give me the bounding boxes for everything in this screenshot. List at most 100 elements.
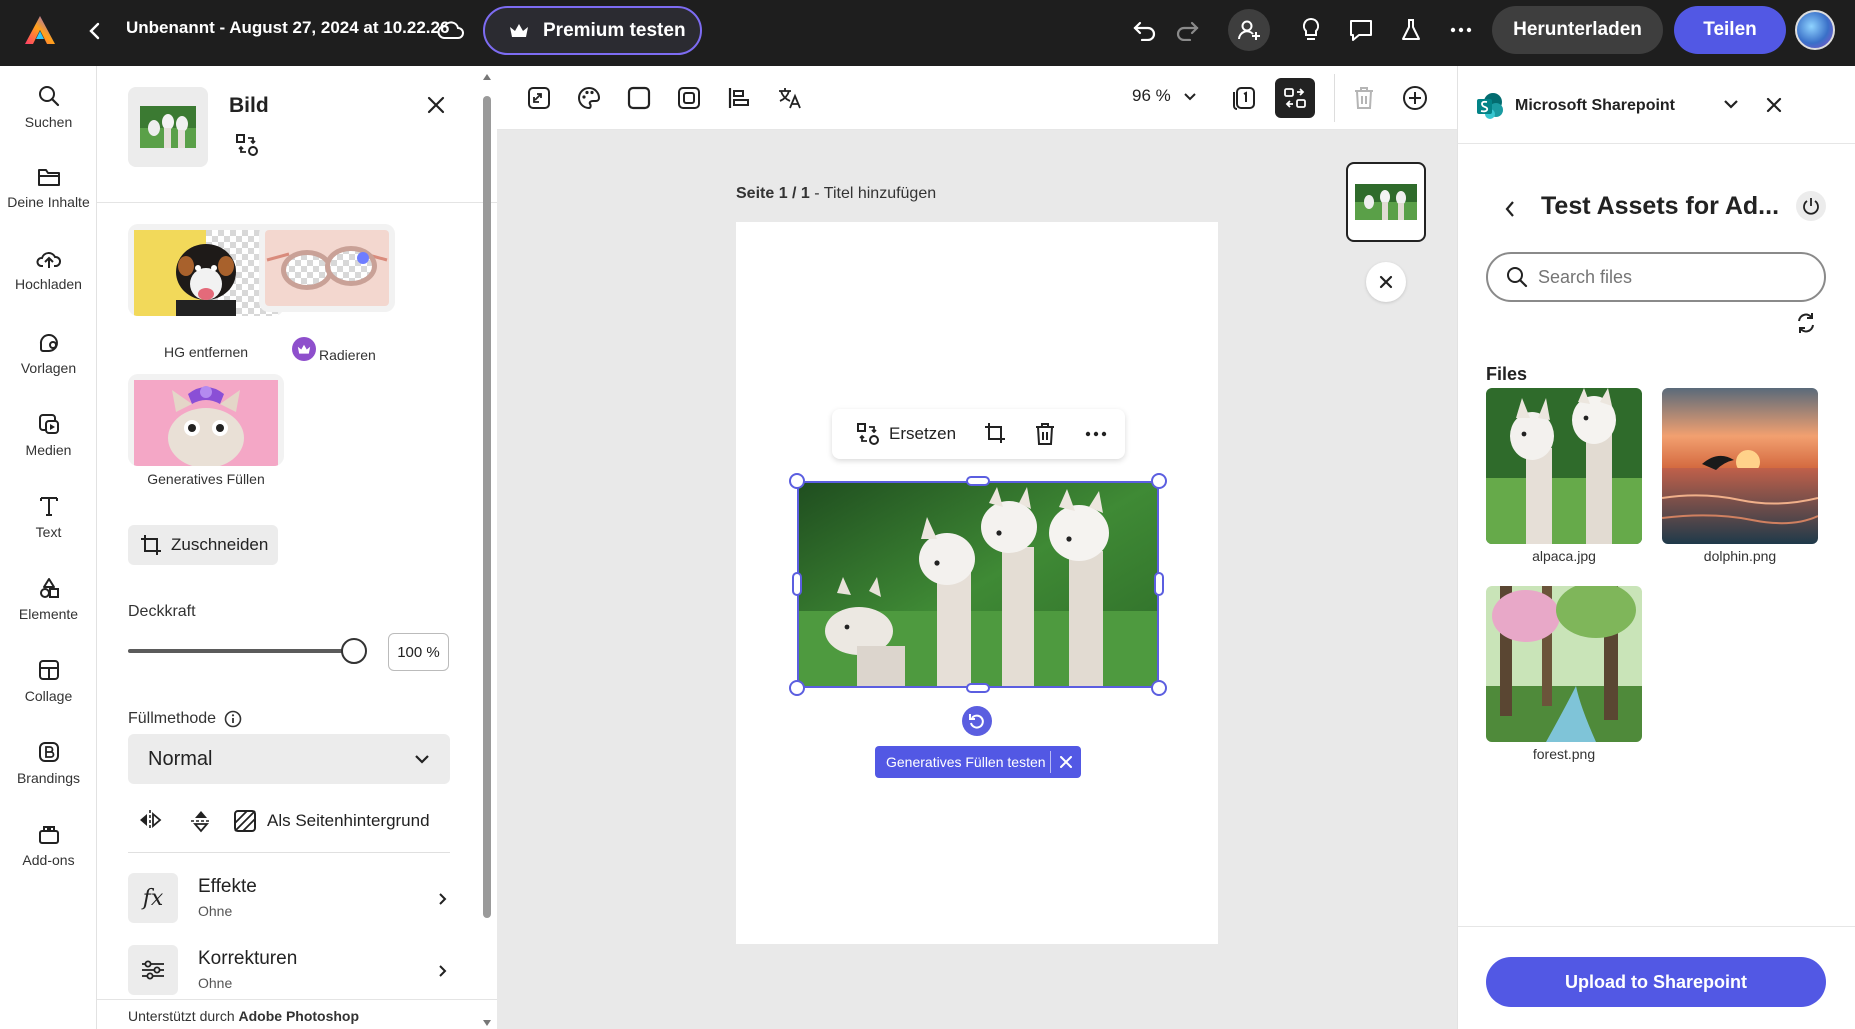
translate-icon[interactable] xyxy=(777,86,803,110)
premium-crown-icon xyxy=(292,337,316,361)
corrections-row[interactable]: Korrekturen Ohne xyxy=(128,945,450,999)
document-title[interactable]: Unbenannt - August 27, 2024 at 10.22.26 xyxy=(126,18,449,38)
close-chip-icon[interactable] xyxy=(1051,756,1081,768)
disconnect-button[interactable] xyxy=(1796,191,1826,221)
share-button[interactable]: Teilen xyxy=(1674,6,1786,54)
file-thumbnail-dolphin[interactable] xyxy=(1662,388,1818,544)
delete-page-icon[interactable] xyxy=(1353,86,1375,110)
resize-handle-top-left[interactable] xyxy=(789,473,805,489)
rail-item-elements[interactable]: Elemente xyxy=(0,576,97,622)
pages-icon[interactable] xyxy=(1231,85,1257,111)
effects-value: Ohne xyxy=(198,903,233,919)
more-options-icon[interactable] xyxy=(1085,431,1107,437)
info-icon[interactable] xyxy=(224,710,242,728)
file-search-box[interactable] xyxy=(1486,252,1826,302)
flip-horizontal-icon[interactable] xyxy=(138,809,162,831)
addons-icon xyxy=(37,822,61,846)
replace-button[interactable]: Ersetzen xyxy=(856,422,956,446)
add-page-icon[interactable] xyxy=(1402,85,1428,111)
rail-item-upload[interactable]: Hochladen xyxy=(0,248,97,292)
opacity-value-field[interactable]: 100 % xyxy=(388,633,449,671)
color-palette-icon[interactable] xyxy=(577,86,601,110)
resize-handle-top[interactable] xyxy=(966,476,990,486)
resize-handle-bottom-left[interactable] xyxy=(789,680,805,696)
adobe-express-logo[interactable] xyxy=(22,13,58,47)
replace-label: Ersetzen xyxy=(889,424,957,443)
effects-row[interactable]: fx Effekte Ohne xyxy=(128,873,450,927)
media-icon xyxy=(37,412,61,436)
resize-handle-right[interactable] xyxy=(1154,572,1164,596)
lightbulb-icon[interactable] xyxy=(1296,15,1326,45)
rail-item-media[interactable]: Medien xyxy=(0,412,97,458)
blend-mode-dropdown[interactable]: Normal xyxy=(128,734,450,784)
rail-item-addons[interactable]: Add-ons xyxy=(0,822,97,868)
crop-icon[interactable] xyxy=(984,422,1006,444)
rail-label: Suchen xyxy=(24,114,73,130)
close-icon xyxy=(1379,275,1393,289)
resize-handle-left[interactable] xyxy=(792,572,802,596)
user-avatar[interactable] xyxy=(1795,10,1835,50)
feature-label-generative-fill: Generatives Füllen xyxy=(147,471,265,487)
resize-handle-top-right[interactable] xyxy=(1151,473,1167,489)
upload-to-sharepoint-button[interactable]: Upload to Sharepoint xyxy=(1486,957,1826,1007)
zoom-dropdown[interactable]: 96 % xyxy=(1132,86,1197,106)
eraser-card[interactable] xyxy=(259,224,395,312)
replace-image-icon[interactable] xyxy=(235,133,259,157)
blend-mode-label: Füllmethode xyxy=(128,710,217,727)
file-thumbnail-forest[interactable] xyxy=(1486,586,1642,742)
redo-icon[interactable] xyxy=(1172,15,1202,45)
labs-flask-icon[interactable] xyxy=(1396,15,1426,45)
more-options-icon[interactable] xyxy=(1446,15,1476,45)
crown-icon xyxy=(509,23,529,39)
resize-handle-bottom-right[interactable] xyxy=(1151,680,1167,696)
collapse-panel-icon[interactable] xyxy=(1723,99,1739,109)
rotate-handle[interactable] xyxy=(962,706,992,736)
close-panel-icon[interactable] xyxy=(1766,97,1782,113)
top-bar: Unbenannt - August 27, 2024 at 10.22.26 … xyxy=(0,0,1855,66)
premium-trial-button[interactable]: Premium testen xyxy=(483,6,702,55)
layers-arrange-icon xyxy=(1283,86,1307,110)
page-title-label[interactable]: Seite 1 / 1 - Titel hinzufügen xyxy=(736,185,936,203)
resize-handle-bottom[interactable] xyxy=(966,683,990,693)
file-search-input[interactable] xyxy=(1538,266,1778,288)
refresh-icon[interactable] xyxy=(1795,312,1817,334)
rail-item-templates[interactable]: Vorlagen xyxy=(0,330,97,376)
invite-user-button[interactable] xyxy=(1228,9,1270,51)
generative-fill-chip[interactable]: Generatives Füllen testen xyxy=(875,746,1081,778)
flip-vertical-icon[interactable] xyxy=(190,809,212,833)
sharepoint-logo-icon xyxy=(1476,92,1504,120)
back-chevron-icon[interactable] xyxy=(84,20,106,42)
comments-icon[interactable] xyxy=(1346,15,1376,45)
rail-item-search[interactable]: Suchen xyxy=(0,84,97,130)
shape-square-icon[interactable] xyxy=(627,86,651,110)
properties-scrollbar[interactable] xyxy=(480,72,494,1029)
rail-item-your-content[interactable]: Deine Inhalte xyxy=(0,166,97,210)
page-thumbnail[interactable] xyxy=(1346,162,1426,242)
divider xyxy=(1458,143,1855,144)
resize-icon[interactable] xyxy=(527,86,551,110)
file-thumbnail-alpaca[interactable] xyxy=(1486,388,1642,544)
undo-icon[interactable] xyxy=(1130,15,1160,45)
layers-toggle-button[interactable] xyxy=(1275,78,1315,118)
cloud-sync-icon[interactable] xyxy=(437,18,465,42)
crop-button[interactable]: Zuschneiden xyxy=(128,525,278,565)
rail-item-brandings[interactable]: Brandings xyxy=(0,740,97,786)
opacity-slider-track[interactable] xyxy=(128,649,354,653)
generative-fill-card[interactable] xyxy=(128,374,284,466)
opacity-slider-handle[interactable] xyxy=(341,638,367,664)
set-as-background-button[interactable]: Als Seitenhintergrund xyxy=(233,809,430,833)
corrections-title: Korrekturen xyxy=(198,948,298,969)
close-thumbnails-button[interactable] xyxy=(1366,262,1406,302)
rail-label: Hochladen xyxy=(15,276,82,292)
download-button[interactable]: Herunterladen xyxy=(1492,6,1663,54)
branding-icon xyxy=(37,740,61,764)
premium-label: Premium testen xyxy=(543,19,686,41)
align-left-icon[interactable] xyxy=(727,86,751,110)
rail-item-text[interactable]: Text xyxy=(0,494,97,540)
adjustments-sliders-icon xyxy=(128,945,178,995)
rail-item-collage[interactable]: Collage xyxy=(0,658,97,704)
delete-icon[interactable] xyxy=(1034,422,1056,446)
close-panel-icon[interactable] xyxy=(427,96,445,114)
back-chevron-icon[interactable] xyxy=(1504,200,1516,218)
border-frame-icon[interactable] xyxy=(677,86,701,110)
